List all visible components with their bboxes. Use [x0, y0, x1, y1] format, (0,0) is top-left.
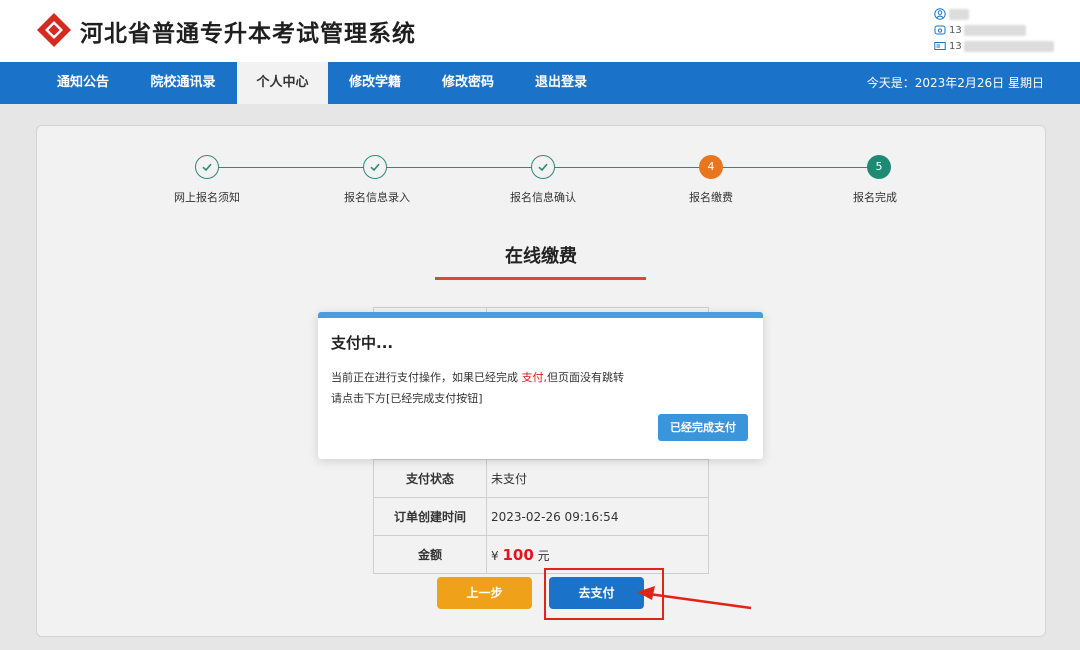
dialog-text-highlight: 支付, — [521, 371, 548, 384]
step-3-circle — [531, 155, 555, 179]
heading-underline — [435, 277, 646, 280]
amount-unit: 元 — [537, 548, 550, 563]
nav-item-notice[interactable]: 通知公告 — [46, 62, 120, 104]
dialog-title: 支付中... — [331, 334, 394, 352]
page-title: 在线缴费 — [505, 246, 577, 267]
step-connector — [723, 167, 868, 168]
check-icon — [370, 163, 380, 172]
redacted-username — [949, 8, 969, 20]
dialog-text-part: 当前正在进行支付操作，如果已经完成 — [331, 371, 522, 384]
payment-status-key: 支付状态 — [373, 459, 487, 498]
step-1-label: 网上报名须知 — [174, 191, 240, 204]
dialog-message-line2: 请点击下方[已经完成支付按钮] — [331, 392, 483, 405]
previous-step-button[interactable]: 上一步 — [437, 577, 532, 609]
amount-key: 金额 — [373, 535, 487, 574]
step-2-label: 报名信息录入 — [344, 191, 410, 204]
annotation-arrow-icon — [637, 586, 752, 610]
logo-icon — [37, 13, 71, 47]
site-title: 河北省普通专升本考试管理系统 — [80, 21, 416, 47]
redacted-idcard — [963, 40, 1054, 52]
idcard-prefix: 13 — [949, 40, 962, 52]
step-4-label: 报名缴费 — [689, 191, 733, 204]
user-icon — [934, 8, 946, 20]
step-2-circle — [363, 155, 387, 179]
step-4-circle: 4 — [699, 155, 723, 179]
user-info: 13 13 — [934, 6, 1054, 54]
payment-in-progress-dialog: 支付中... 当前正在进行支付操作，如果已经完成 支付,但页面没有跳转 请点击下… — [318, 312, 763, 459]
order-time-key: 订单创建时间 — [373, 497, 487, 536]
payment-completed-button[interactable]: 已经完成支付 — [658, 414, 748, 441]
header: 河北省普通专升本考试管理系统 13 13 — [0, 0, 1080, 62]
check-icon — [202, 163, 212, 172]
nav-item-logout[interactable]: 退出登录 — [524, 62, 598, 104]
payment-status-value: 未支付 — [486, 459, 709, 498]
user-row-idcard: 13 — [934, 38, 1054, 54]
nav-item-personal-center[interactable]: 个人中心 — [237, 62, 328, 104]
step-3-label: 报名信息确认 — [510, 191, 576, 204]
user-row-name — [934, 6, 1054, 22]
table-row: 支付状态 未支付 — [373, 459, 709, 498]
main-nav: 通知公告 院校通讯录 个人中心 修改学籍 修改密码 退出登录 今天是：2023年… — [0, 62, 1080, 104]
nav-item-change-password[interactable]: 修改密码 — [431, 62, 505, 104]
step-5-circle: 5 — [867, 155, 891, 179]
check-icon — [538, 163, 548, 172]
currency-symbol: ¥ — [491, 548, 499, 563]
user-row-phone: 13 — [934, 22, 1054, 38]
dialog-message-line1: 当前正在进行支付操作，如果已经完成 支付,但页面没有跳转 — [331, 369, 624, 385]
step-1-circle — [195, 155, 219, 179]
nav-item-edit-enrollment[interactable]: 修改学籍 — [338, 62, 412, 104]
step-connector — [219, 167, 364, 168]
step-connector — [387, 167, 532, 168]
step-connector — [555, 167, 700, 168]
dialog-text-part: 但页面没有跳转 — [547, 371, 624, 384]
phone-prefix: 13 — [949, 24, 962, 36]
amount-value: 100 — [502, 545, 534, 564]
current-date: 今天是：2023年2月26日 星期日 — [866, 76, 1044, 90]
phone-icon — [934, 25, 946, 35]
id-card-icon — [934, 42, 946, 50]
step-5-label: 报名完成 — [853, 191, 897, 204]
nav-item-directory[interactable]: 院校通讯录 — [140, 62, 226, 104]
order-time-value: 2023-02-26 09:16:54 — [486, 497, 709, 536]
table-row: 订单创建时间 2023-02-26 09:16:54 — [373, 497, 709, 536]
redacted-phone — [963, 24, 1026, 36]
